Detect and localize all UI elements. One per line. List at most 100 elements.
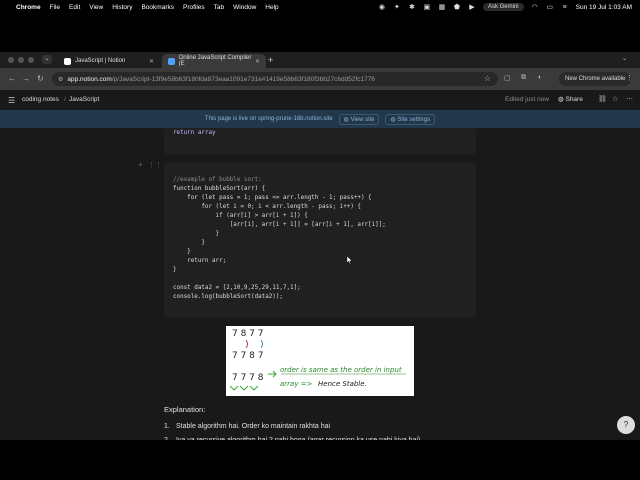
handwritten-notes-image: 7 8 7 7 7 7 8 7 7 7 7 8 order is same as… xyxy=(226,326,414,396)
menu-history[interactable]: History xyxy=(112,4,132,11)
add-block-icon[interactable]: + xyxy=(138,160,143,169)
minimize-window-icon[interactable] xyxy=(18,57,24,63)
drag-handle-icon[interactable]: ⋮⋮ xyxy=(148,161,162,169)
share-label: Share xyxy=(565,96,583,103)
control-center-icon[interactable]: ≡ xyxy=(561,4,569,11)
list-text: Stable algorithm hai. Order ko maintain … xyxy=(176,423,331,430)
code-line: return array xyxy=(173,129,216,138)
edited-status: Edited just now xyxy=(505,96,550,103)
screen-bottom-bar xyxy=(0,440,640,480)
new-chrome-available-button[interactable]: New Chrome available xyxy=(559,72,632,86)
reload-icon[interactable]: ↻ xyxy=(37,74,44,83)
notion-favicon-icon xyxy=(64,57,71,65)
lock-icon[interactable]: ▣ xyxy=(423,4,431,11)
code-line: } xyxy=(173,267,177,273)
tab-js-compiler[interactable]: Online JavaScript Compiler (E ✕ xyxy=(162,54,266,68)
extensions-icon[interactable]: ▢ xyxy=(504,74,511,82)
tab-title: Online JavaScript Compiler (E xyxy=(178,55,252,67)
url-host: app.notion.com xyxy=(67,75,112,83)
svg-text:order is same as the order in: order is same as the order in input xyxy=(280,366,402,374)
macos-menubar: Chrome File Edit View History Bookmarks … xyxy=(0,0,640,14)
help-button[interactable]: ? xyxy=(617,416,635,434)
code-line: [arr[i], arr[i + 1]] = [arr[i + 1], arr[… xyxy=(173,222,386,228)
new-tab-icon[interactable]: + xyxy=(268,55,273,65)
tab-title: JavaScript | Notion xyxy=(75,58,126,64)
site-info-icon[interactable]: ⚙ xyxy=(58,76,63,83)
bluetooth-icon[interactable]: ✱ xyxy=(408,4,416,11)
window-controls xyxy=(8,57,34,63)
globe-icon: ◍ xyxy=(343,116,351,123)
svg-text:Hence Stable.: Hence Stable. xyxy=(318,380,367,388)
site-settings-button[interactable]: ◍ Site settings xyxy=(385,113,436,125)
grid-icon[interactable]: ▦ xyxy=(438,4,446,11)
share-button[interactable]: ◍ Share xyxy=(558,95,583,103)
ask-gemini-button[interactable]: Ask Gemini xyxy=(482,3,524,11)
menu-help[interactable]: Help xyxy=(265,4,278,11)
breadcrumb-coding-notes[interactable]: coding notes xyxy=(22,96,59,103)
code-line: function bubbleSort(arr) { xyxy=(173,186,266,192)
wifi-icon[interactable]: ◠ xyxy=(531,4,539,11)
favorite-star-icon[interactable]: ☆ xyxy=(612,95,618,103)
menu-tab[interactable]: Tab xyxy=(214,4,224,11)
menu-view[interactable]: View xyxy=(89,4,103,11)
handwriting-drawing: 7 8 7 7 7 7 8 7 7 7 7 8 order is same as… xyxy=(229,329,406,391)
menu-bookmarks[interactable]: Bookmarks xyxy=(141,4,174,11)
hw-row-mid: 7 7 8 7 xyxy=(232,351,264,361)
tab-list-icon[interactable]: ⌄ xyxy=(622,55,627,62)
screen: Chrome File Edit View History Bookmarks … xyxy=(0,0,640,480)
shield-icon[interactable]: ⬟ xyxy=(453,4,461,11)
tab-search-icon[interactable]: ⌄ xyxy=(42,55,52,64)
menu-edit[interactable]: Edit xyxy=(69,4,80,11)
code-text: return array xyxy=(173,130,216,136)
menu-app-name[interactable]: Chrome xyxy=(16,4,41,11)
list-item: 1. Stable algorithm hai. Order ko maintai… xyxy=(164,423,420,437)
zoom-window-icon[interactable] xyxy=(28,57,34,63)
code-block-bubble-sort[interactable]: //example of bubble sort: function bubbl… xyxy=(164,162,476,318)
code-line: console.log(bubbleSort(data2)); xyxy=(173,294,283,300)
sidebar-toggle-icon[interactable]: ☰ xyxy=(8,96,15,105)
puzzle-icon[interactable]: ⧉ xyxy=(521,74,526,82)
profile-icon[interactable]: ◐ xyxy=(538,74,542,81)
code-line: const data2 = [2,10,9,25,29,11,7,1]; xyxy=(173,285,301,291)
breadcrumb-javascript[interactable]: JavaScript xyxy=(69,96,99,103)
code-line: } xyxy=(173,240,205,246)
hw-row-bot: 7 7 7 8 xyxy=(232,373,264,383)
forward-icon[interactable]: → xyxy=(22,74,30,83)
tab-notion[interactable]: JavaScript | Notion ✕ xyxy=(58,54,160,68)
hw-row-top: 7 8 7 7 xyxy=(232,329,264,339)
menu-window[interactable]: Window xyxy=(233,4,256,11)
play-icon[interactable]: ▶ xyxy=(468,4,476,11)
view-site-label: View site xyxy=(350,116,375,123)
code-line: } xyxy=(173,249,191,255)
page-menu-icon[interactable]: ⋯ xyxy=(626,95,633,103)
link-icon[interactable]: ⛓ xyxy=(598,95,607,103)
code-line: for (let i = 0; i < arr.length - pass; i… xyxy=(173,204,361,210)
code-line: for (let pass = 1; pass <= arr.length - … xyxy=(173,195,372,201)
code-line: return arr; xyxy=(173,258,227,264)
menu-profiles[interactable]: Profiles xyxy=(183,4,205,11)
menu-file[interactable]: File xyxy=(50,4,60,11)
code-line: } xyxy=(173,231,220,237)
view-site-button[interactable]: ◍ View site xyxy=(338,113,380,125)
record-icon[interactable]: ◉ xyxy=(378,4,386,11)
back-icon[interactable]: ← xyxy=(8,74,16,83)
breadcrumb-separator: / xyxy=(64,96,66,103)
explanation-heading: Explanation: xyxy=(164,405,206,414)
close-tab-icon[interactable]: ✕ xyxy=(255,58,260,65)
code-line: //example of bubble sort: xyxy=(173,177,262,183)
sparkle-icon[interactable]: ✦ xyxy=(393,4,401,11)
status-area: ◉ ✦ ✱ ▣ ▦ ⬟ ▶ Ask Gemini ◠ ▭ ≡ Sun 19 Ju… xyxy=(378,3,632,11)
compiler-favicon-icon xyxy=(168,57,175,65)
mouse-cursor-icon xyxy=(347,256,352,264)
close-window-icon[interactable] xyxy=(8,57,14,63)
address-bar[interactable]: ⚙ app.notion.com /p/JavaScript-13f9e58b6… xyxy=(52,72,498,86)
code-line: if (arr[i] > arr[i + 1]) { xyxy=(173,213,308,219)
battery-icon[interactable]: ▭ xyxy=(546,4,554,11)
banner-text: This page is live on spring-prune-16b.no… xyxy=(204,116,333,122)
browser-menu-kebab-icon[interactable]: ⋮ xyxy=(626,74,633,82)
code-block-previous[interactable]: return array xyxy=(164,128,476,154)
close-tab-icon[interactable]: ✕ xyxy=(149,58,154,65)
list-number: 1. xyxy=(164,423,170,430)
bookmark-star-icon[interactable]: ☆ xyxy=(484,74,491,83)
menubar-datetime[interactable]: Sun 19 Jul 1:03 AM xyxy=(576,4,632,11)
